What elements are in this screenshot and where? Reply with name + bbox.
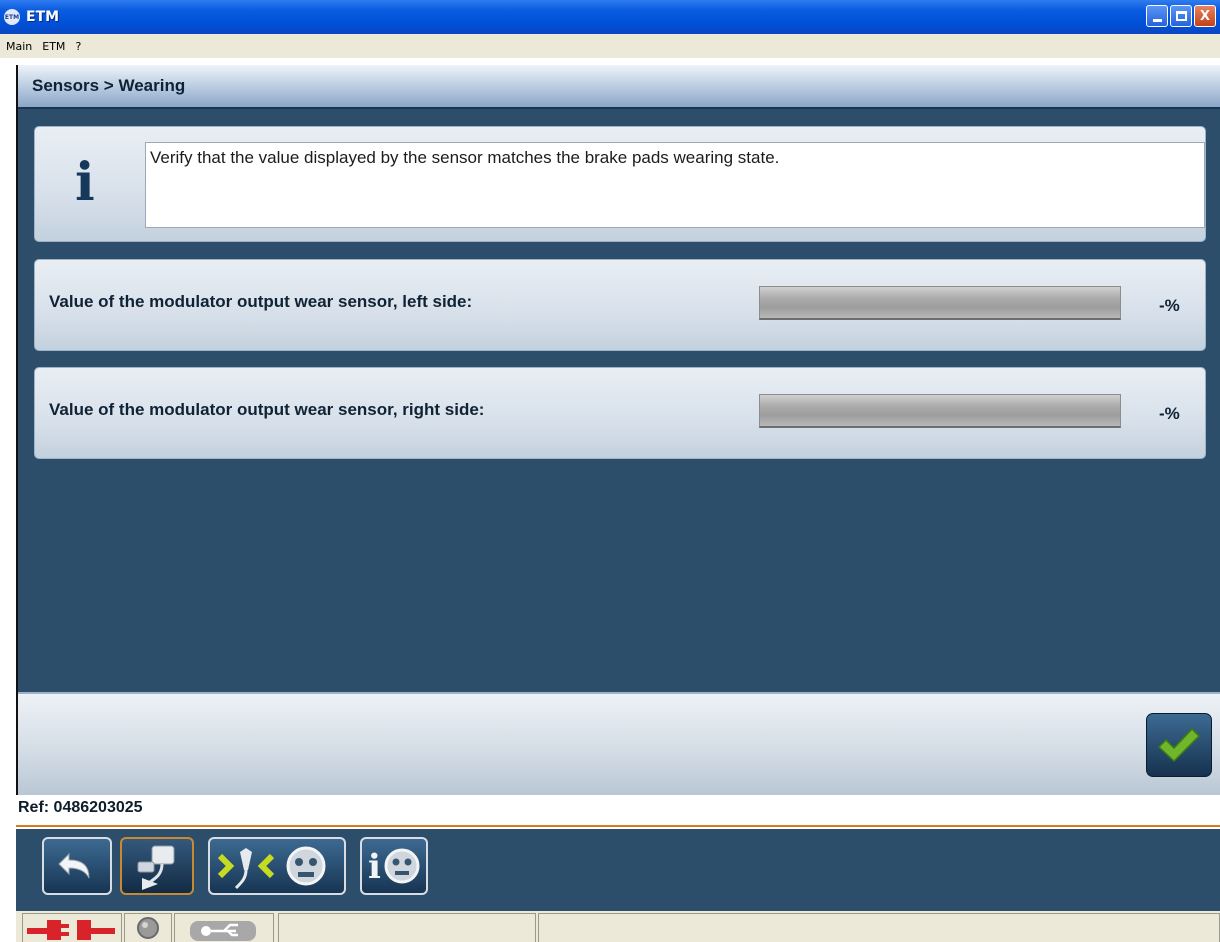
menu-main[interactable]: Main <box>6 40 32 53</box>
info-robot-button[interactable]: i <box>360 837 428 895</box>
usb-icon <box>190 921 256 941</box>
close-icon: X <box>1199 8 1211 24</box>
status-led-icon <box>137 917 159 939</box>
status-field-2 <box>538 913 1220 942</box>
info-icon: i <box>75 152 95 213</box>
sensor-connector-icon <box>137 845 175 890</box>
sensor-label-left: Value of the modulator output wear senso… <box>49 292 473 311</box>
minimize-button[interactable] <box>1146 5 1168 27</box>
connect-modulator-icon <box>217 846 326 890</box>
checkmark-icon <box>1157 727 1201 763</box>
sensor-label-right: Value of the modulator output wear senso… <box>49 400 485 419</box>
app-icon-label: ETM <box>4 13 20 21</box>
sensor-connector-button[interactable] <box>120 837 194 895</box>
status-field-1 <box>278 913 536 942</box>
window-controls: X <box>1146 5 1216 27</box>
info-robot-icon: i <box>368 847 420 887</box>
maximize-button[interactable] <box>1170 5 1192 27</box>
sensor-value-left: -% <box>1159 296 1180 315</box>
close-button[interactable]: X <box>1194 5 1216 27</box>
app-icon: ETM <box>4 9 20 25</box>
sensor-gauge-left <box>759 286 1121 320</box>
title-bar: ETM ETM X <box>0 0 1220 34</box>
page-title: Sensors > Wearing <box>32 76 186 95</box>
sensor-panel-right: Value of the modulator output wear senso… <box>34 367 1206 459</box>
usb-status <box>174 913 274 942</box>
connect-modulator-button[interactable] <box>208 837 346 895</box>
svg-text:i: i <box>368 847 381 887</box>
menu-etm[interactable]: ETM <box>42 40 65 53</box>
sensor-gauge-right <box>759 394 1121 428</box>
action-bar <box>18 692 1220 795</box>
info-message: Verify that the value displayed by the s… <box>145 142 1205 228</box>
reference-number: Ref: 0486203025 <box>16 795 1220 827</box>
sensor-value-right: -% <box>1159 404 1180 423</box>
minimize-icon <box>1152 18 1162 22</box>
window-title: ETM <box>26 9 60 25</box>
main-frame: Sensors > Wearing i Verify that the valu… <box>16 65 1220 795</box>
confirm-button[interactable] <box>1146 713 1212 777</box>
menu-help[interactable]: ? <box>75 40 81 53</box>
sensor-panel-left: Value of the modulator output wear senso… <box>34 259 1206 351</box>
info-panel: i Verify that the value displayed by the… <box>34 126 1206 242</box>
connection-status <box>22 913 122 942</box>
status-led <box>124 913 172 942</box>
back-button[interactable] <box>42 837 112 895</box>
back-arrow-icon <box>58 852 90 879</box>
maximize-icon <box>1175 11 1187 21</box>
status-bar <box>16 911 1220 942</box>
menu-bar: Main ETM ? <box>0 34 1220 58</box>
breadcrumb-header: Sensors > Wearing <box>18 65 1220 109</box>
bottom-toolbar: i <box>16 829 1220 911</box>
plug-disconnected-icon <box>27 920 115 940</box>
